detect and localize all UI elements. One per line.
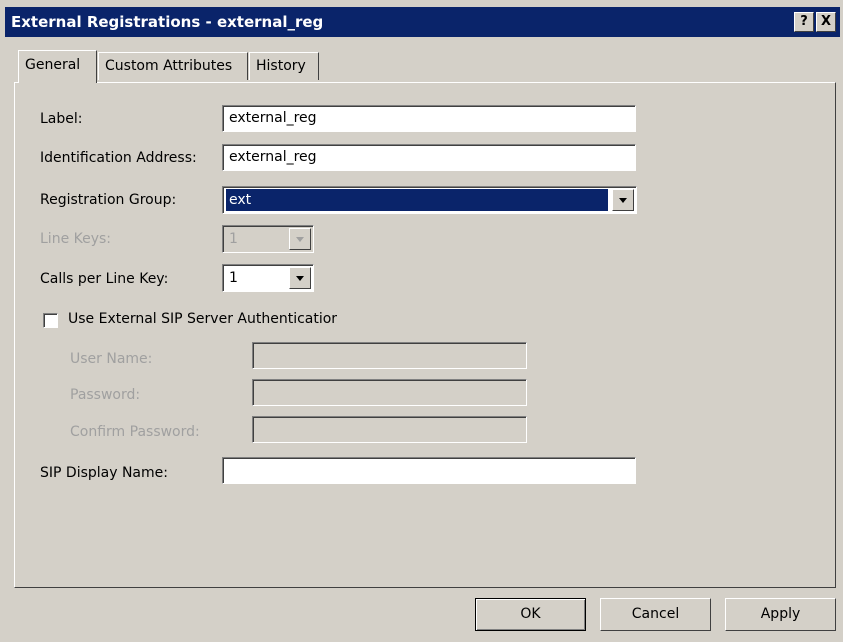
identification-address-input[interactable]: external_reg xyxy=(222,144,636,171)
tab-history[interactable]: History xyxy=(249,52,319,80)
user-name-label: User Name: xyxy=(70,351,153,367)
line-keys-select: 1 xyxy=(222,225,314,253)
help-button[interactable]: ? xyxy=(794,12,814,32)
registration-group-select[interactable]: ext xyxy=(222,186,637,214)
sip-display-name-label: SIP Display Name: xyxy=(40,465,168,481)
chevron-down-icon xyxy=(289,228,311,250)
title-bar[interactable]: External Registrations - external_reg ? … xyxy=(5,7,840,37)
identification-address-label: Identification Address: xyxy=(40,150,197,166)
tab-general[interactable]: General xyxy=(18,50,97,83)
password-input xyxy=(252,379,527,406)
tab-custom-attributes[interactable]: Custom Attributes xyxy=(98,52,248,80)
use-external-auth-checkbox[interactable] xyxy=(43,313,58,328)
label-field-label: Label: xyxy=(40,111,83,127)
confirm-password-label: Confirm Password: xyxy=(70,424,200,440)
apply-button[interactable]: Apply xyxy=(725,598,836,631)
registration-group-label: Registration Group: xyxy=(40,192,177,208)
label-input[interactable]: external_reg xyxy=(222,105,636,132)
confirm-password-input xyxy=(252,416,527,443)
sip-display-name-input[interactable] xyxy=(222,457,636,484)
calls-per-line-key-label: Calls per Line Key: xyxy=(40,271,169,287)
line-keys-label: Line Keys: xyxy=(40,231,112,247)
dialog-window: External Registrations - external_reg ? … xyxy=(0,0,843,642)
close-button[interactable]: X xyxy=(816,12,836,32)
line-keys-value: 1 xyxy=(229,231,238,247)
window-title: External Registrations - external_reg xyxy=(11,13,324,31)
cancel-button[interactable]: Cancel xyxy=(600,598,711,631)
password-label: Password: xyxy=(70,387,141,403)
use-external-auth-label[interactable]: Use External SIP Server Authenticatior xyxy=(68,311,337,327)
chevron-down-icon[interactable] xyxy=(612,189,634,211)
ok-button[interactable]: OK xyxy=(475,598,586,631)
calls-per-line-key-value: 1 xyxy=(229,270,238,286)
registration-group-value: ext xyxy=(226,189,608,211)
user-name-input xyxy=(252,342,527,369)
chevron-down-icon[interactable] xyxy=(289,267,311,289)
calls-per-line-key-select[interactable]: 1 xyxy=(222,264,314,292)
